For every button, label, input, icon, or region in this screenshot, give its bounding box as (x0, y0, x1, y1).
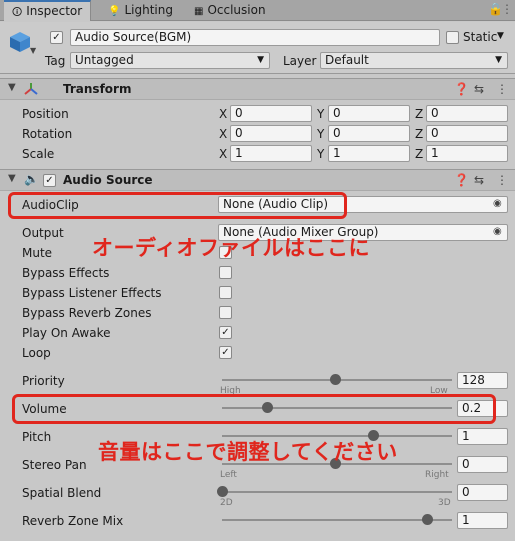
audio-source-enabled-checkbox[interactable]: ✓ (43, 174, 56, 187)
position-y-input[interactable]: 0 (328, 105, 410, 122)
stereo-pan-label: Stereo Pan (22, 458, 87, 472)
layer-dropdown[interactable]: Default ▼ (320, 52, 508, 69)
reverb-zone-mix-input[interactable]: 1 (457, 512, 508, 529)
play-on-awake-checkbox[interactable]: ✓ (219, 326, 232, 339)
scale-x-input[interactable]: 1 (230, 145, 312, 162)
z-label: Z (415, 147, 424, 161)
stereo-right-label: Right (425, 470, 449, 480)
mute-label: Mute (22, 246, 53, 260)
chevron-down-icon: ▼ (257, 55, 264, 65)
position-z-input[interactable]: 0 (426, 105, 508, 122)
position-x-input[interactable]: 0 (230, 105, 312, 122)
priority-slider-handle[interactable] (330, 374, 341, 385)
spatial-2d-label: 2D (220, 498, 233, 508)
spatial-blend-label: Spatial Blend (22, 486, 102, 500)
bypass-listener-effects-checkbox[interactable] (219, 286, 232, 299)
preset-icon[interactable]: ⇆ (474, 82, 484, 96)
audiofile-annotation: オーディオファイルはここに (92, 236, 371, 260)
foldout-arrow-icon[interactable]: ▼ (8, 82, 16, 93)
bypass-reverb-zones-label: Bypass Reverb Zones (22, 306, 152, 320)
occlusion-icon: ▦ (194, 6, 204, 17)
tag-dropdown[interactable]: Untagged ▼ (70, 52, 270, 69)
bypass-reverb-zones-checkbox[interactable] (219, 306, 232, 319)
static-checkbox[interactable] (446, 31, 459, 44)
x-label: X (219, 107, 228, 121)
lightbulb-icon: 💡 (108, 6, 121, 17)
spatial-blend-slider-track[interactable] (222, 491, 452, 493)
loop-label: Loop (22, 346, 51, 360)
scale-z-input[interactable]: 1 (426, 145, 508, 162)
spatial-blend-input[interactable]: 0 (457, 484, 508, 501)
stereo-pan-input[interactable]: 0 (457, 456, 508, 473)
chevron-down-icon: ▼ (495, 55, 502, 65)
scale-label: Scale (22, 147, 55, 161)
static-label: Static (463, 30, 498, 44)
reverb-zone-mix-slider-handle[interactable] (422, 514, 433, 525)
position-label: Position (22, 107, 69, 121)
x-label: X (219, 147, 228, 161)
rotation-y-input[interactable]: 0 (328, 125, 410, 142)
audioclip-highlight-box (8, 192, 347, 219)
priority-input[interactable]: 128 (457, 372, 508, 389)
object-name-input[interactable]: Audio Source(BGM) (70, 29, 440, 46)
audio-source-header[interactable]: ▼ 🔈 ✓ Audio Source ❓ ⇆ ⋮ (0, 169, 515, 191)
pitch-input[interactable]: 1 (457, 428, 508, 445)
rotation-z-input[interactable]: 0 (426, 125, 508, 142)
icon-dropdown-arrow[interactable]: ▼ (30, 46, 36, 55)
info-icon: 🛈 (12, 7, 23, 18)
menu-icon[interactable]: ⋮ (496, 173, 508, 187)
tab-lighting[interactable]: 💡 Lighting (100, 0, 181, 21)
rotation-x-input[interactable]: 0 (230, 125, 312, 142)
object-picker-icon[interactable]: ◉ (493, 226, 502, 237)
help-icon[interactable]: ❓ (454, 82, 469, 96)
static-dropdown-arrow[interactable]: ▼ (497, 31, 504, 41)
volume-annotation: 音量はここで調整してください (98, 440, 398, 464)
gameobject-cube-icon (10, 32, 30, 52)
rotation-label: Rotation (22, 127, 73, 141)
z-label: Z (415, 127, 424, 141)
tab-inspector[interactable]: 🛈 Inspector (4, 0, 92, 21)
active-checkbox[interactable]: ✓ (50, 31, 63, 44)
reverb-zone-mix-label: Reverb Zone Mix (22, 514, 124, 528)
tag-label: Tag (45, 54, 66, 68)
bypass-listener-effects-label: Bypass Listener Effects (22, 286, 162, 300)
layer-label: Layer (283, 54, 317, 68)
scale-y-input[interactable]: 1 (328, 145, 410, 162)
preset-icon[interactable]: ⇆ (474, 173, 484, 187)
spatial-blend-slider-handle[interactable] (217, 486, 228, 497)
y-label: Y (317, 107, 325, 121)
tab-occlusion[interactable]: ▦ Occlusion (186, 0, 274, 21)
transform-axes-icon (24, 83, 38, 95)
stereo-left-label: Left (220, 470, 237, 480)
y-label: Y (317, 127, 325, 141)
play-on-awake-label: Play On Awake (22, 326, 111, 340)
menu-icon[interactable]: ⋮ (501, 2, 513, 16)
z-label: Z (415, 107, 424, 121)
loop-checkbox[interactable]: ✓ (219, 346, 232, 359)
menu-icon[interactable]: ⋮ (496, 82, 508, 96)
y-label: Y (317, 147, 325, 161)
help-icon[interactable]: ❓ (454, 173, 469, 187)
pitch-label: Pitch (22, 430, 52, 444)
object-picker-icon[interactable]: ◉ (493, 198, 502, 209)
output-label: Output (22, 226, 64, 240)
volume-highlight-box (12, 394, 496, 424)
bypass-effects-label: Bypass Effects (22, 266, 110, 280)
reverb-zone-mix-slider-track[interactable] (222, 519, 452, 521)
foldout-arrow-icon[interactable]: ▼ (8, 173, 16, 184)
priority-label: Priority (22, 374, 65, 388)
bypass-effects-checkbox[interactable] (219, 266, 232, 279)
transform-title: Transform (63, 82, 132, 96)
speaker-icon: 🔈 (24, 172, 39, 186)
x-label: X (219, 127, 228, 141)
transform-header[interactable]: ▼ Transform ❓ ⇆ ⋮ (0, 78, 515, 100)
spatial-3d-label: 3D (438, 498, 451, 508)
audio-source-title: Audio Source (63, 173, 153, 187)
